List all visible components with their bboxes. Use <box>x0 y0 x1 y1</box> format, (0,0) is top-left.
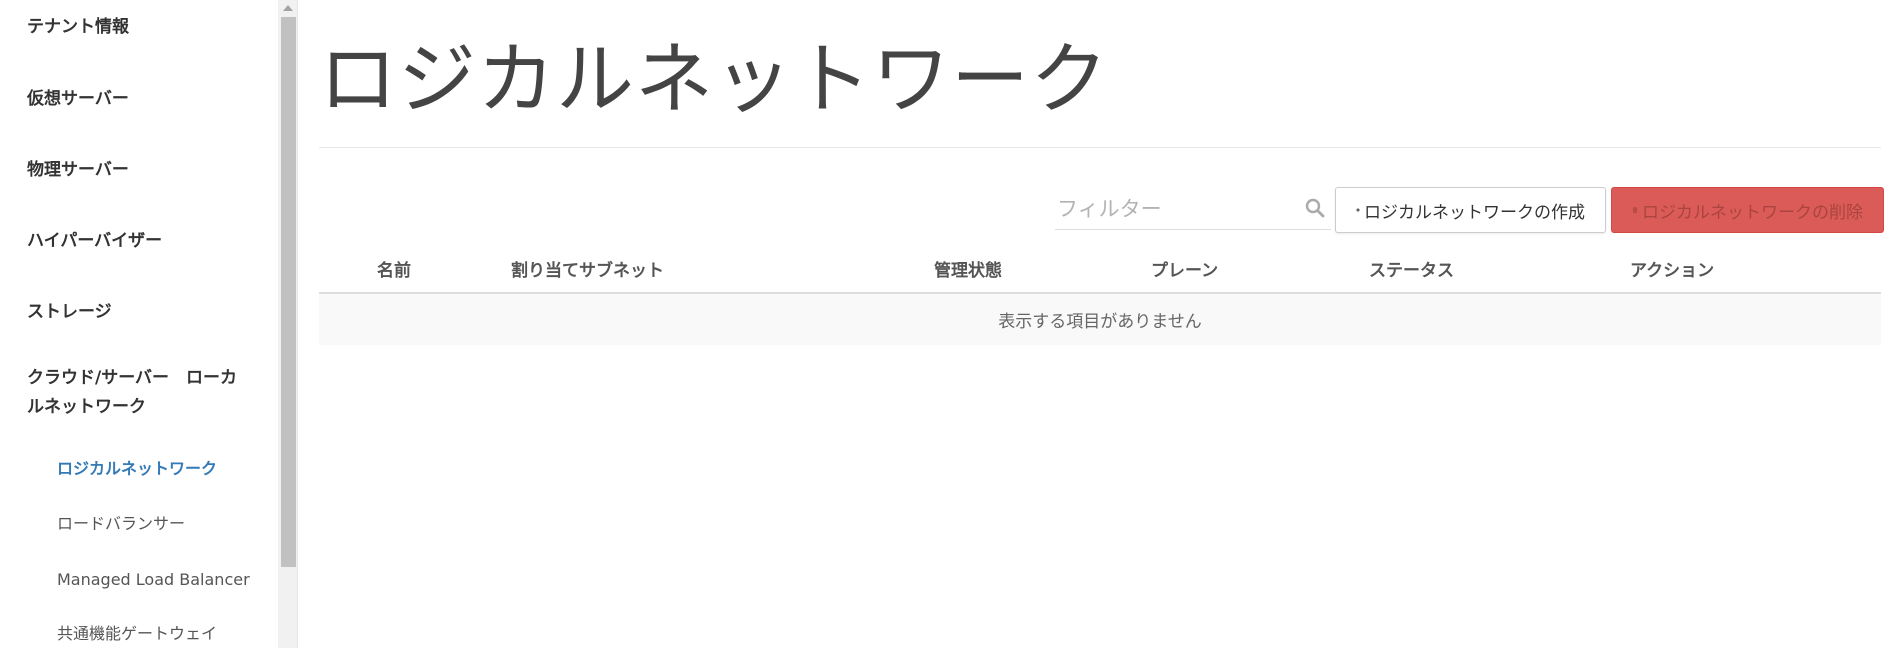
sidebar-item-hypervisor[interactable]: ハイパーバイザー <box>27 227 257 256</box>
column-header-name[interactable]: 名前 <box>377 256 411 281</box>
filter-input[interactable] <box>1055 190 1295 228</box>
title-divider <box>319 147 1881 148</box>
empty-message: 表示する項目がありません <box>998 312 1202 332</box>
sidebar-item-virtual-server[interactable]: 仮想サーバー <box>27 85 257 114</box>
sidebar-scrollbar[interactable] <box>278 0 298 648</box>
column-header-plane[interactable]: プレーン <box>1151 256 1218 281</box>
sidebar-item-cloud-server-local-network[interactable]: クラウド/サーバー ローカルネットワーク <box>27 364 252 422</box>
sidebar-subitem-logical-network[interactable]: ロジカルネットワーク <box>57 458 217 480</box>
sidebar-item-tenant-info[interactable]: テナント情報 <box>27 13 257 42</box>
logical-network-table: 名前 割り当てサブネット 管理状態 プレーン ステータス アクション 表示する項… <box>319 248 1881 345</box>
scrollbar-thumb[interactable] <box>281 17 296 567</box>
search-icon[interactable] <box>1305 198 1325 218</box>
sidebar-subitem-load-balancer[interactable]: ロードバランサー <box>57 513 185 535</box>
delete-logical-network-button[interactable]: ロジカルネットワークの削除 <box>1611 187 1884 233</box>
trash-icon <box>1632 207 1638 213</box>
sidebar-subitem-common-function-gateway[interactable]: 共通機能ゲートウェイ <box>57 623 217 645</box>
page-title: ロジカルネットワーク <box>319 35 1110 125</box>
sidebar: テナント情報 仮想サーバー 物理サーバー ハイパーバイザー ストレージ クラウド… <box>0 0 278 648</box>
column-header-admin-state[interactable]: 管理状態 <box>934 256 1002 281</box>
create-logical-network-button[interactable]: ロジカルネットワークの作成 <box>1335 187 1606 233</box>
plus-icon <box>1356 208 1360 212</box>
column-header-status[interactable]: ステータス <box>1369 256 1454 281</box>
create-button-label: ロジカルネットワークの作成 <box>1364 202 1585 223</box>
column-header-assigned-subnet[interactable]: 割り当てサブネット <box>511 256 664 281</box>
scroll-up-arrow-icon[interactable] <box>278 0 298 16</box>
sidebar-item-physical-server[interactable]: 物理サーバー <box>27 156 257 185</box>
table-header: 名前 割り当てサブネット 管理状態 プレーン ステータス アクション <box>319 248 1881 294</box>
delete-button-label: ロジカルネットワークの削除 <box>1642 202 1863 223</box>
column-header-action[interactable]: アクション <box>1630 256 1714 281</box>
sidebar-subitem-managed-load-balancer[interactable]: Managed Load Balancer <box>57 569 250 591</box>
filter-box <box>1055 190 1331 230</box>
main-content: ロジカルネットワーク ロジカルネットワークの作成 ロジカルネットワークの削除 名… <box>298 0 1897 648</box>
table-empty-row: 表示する項目がありません <box>319 294 1881 345</box>
sidebar-item-storage[interactable]: ストレージ <box>27 298 257 327</box>
